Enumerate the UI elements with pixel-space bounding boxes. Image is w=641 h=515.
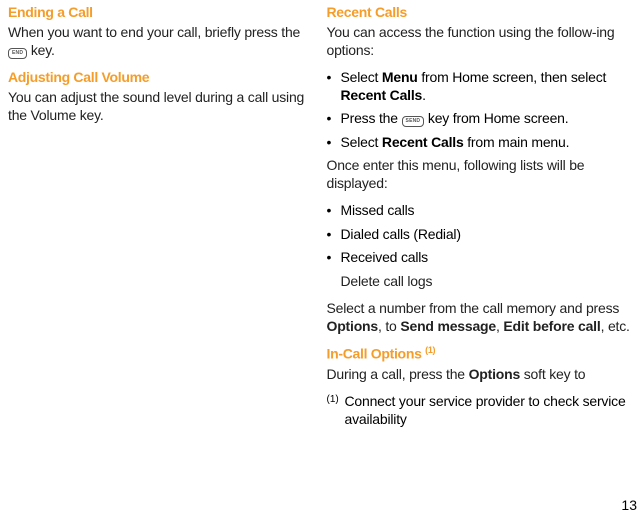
paragraph-adjust-volume: You can adjust the sound level during a … [8, 89, 315, 124]
heading-recent-calls: Recent Calls [327, 4, 634, 20]
list-item: • Dialed calls (Redial) [327, 226, 634, 244]
list-item: • Received calls [327, 249, 634, 267]
heading-incall-options: In-Call Options (1) [327, 345, 634, 362]
list-item: • Press the SEND key from Home screen. [327, 110, 634, 128]
paragraph-lists-intro: Once enter this menu, following lists wi… [327, 157, 634, 192]
bullet-icon: • [327, 202, 341, 220]
paragraph-end-call: When you want to end your call, briefly … [8, 24, 315, 59]
text: Select [341, 69, 382, 85]
text-bold: Options [469, 366, 520, 382]
footnote: (1) Connect your service provider to che… [327, 393, 634, 428]
text-bold: Recent Calls [341, 87, 423, 103]
list-item-text: Select Menu from Home screen, then selec… [341, 69, 634, 104]
list-item-text: Dialed calls (Redial) [341, 226, 634, 244]
text: . [422, 87, 426, 103]
footnote-marker: (1) [327, 393, 345, 428]
heading-text: In-Call Options [327, 346, 426, 362]
text: key from Home screen. [424, 110, 568, 126]
bullet-icon: • [327, 69, 341, 104]
text: from main menu. [464, 134, 570, 150]
heading-adjust-volume: Adjusting Call Volume [8, 69, 315, 85]
text-bold: Menu [382, 69, 418, 85]
right-column: Recent Calls You can access the function… [321, 4, 640, 515]
list-item: • Select Recent Calls from main menu. [327, 134, 634, 152]
text-bold: Edit before call [503, 318, 600, 334]
paragraph-options: Select a number from the call memory and… [327, 300, 634, 335]
heading-ending-call: Ending a Call [8, 4, 315, 20]
paragraph-recent-intro: You can access the function using the fo… [327, 24, 634, 59]
paragraph-incall: During a call, press the Options soft ke… [327, 366, 634, 384]
text: During a call, press the [327, 366, 469, 382]
list-item-text: Missed calls [341, 202, 634, 220]
list-item-text: Delete call logs [341, 273, 634, 291]
text: key. [27, 42, 55, 58]
text-bold: Recent Calls [382, 134, 464, 150]
text: soft key to [520, 366, 585, 382]
text: Select [341, 134, 382, 150]
text: Select a number from the call memory and… [327, 300, 620, 316]
bullet-icon: • [327, 226, 341, 244]
page-number: 13 [621, 497, 637, 513]
list-item: • Missed calls [327, 202, 634, 220]
text: from Home screen, then select [418, 69, 607, 85]
footnote-text: Connect your service provider to check s… [345, 393, 634, 428]
footnote-ref: (1) [425, 345, 435, 355]
bullet-icon: • [327, 110, 341, 128]
end-key-icon: END [8, 48, 27, 59]
text: Press the [341, 110, 402, 126]
send-key-icon: SEND [402, 116, 425, 127]
left-column: Ending a Call When you want to end your … [2, 4, 321, 515]
text: , to [378, 318, 400, 334]
text: When you want to end your call, briefly … [8, 24, 300, 40]
text-bold: Send message [400, 318, 496, 334]
text-bold: Options [327, 318, 378, 334]
bullet-icon: • [327, 249, 341, 267]
list-item: • Select Menu from Home screen, then sel… [327, 69, 634, 104]
list-item-text: Press the SEND key from Home screen. [341, 110, 634, 128]
bullet-icon: • [327, 134, 341, 152]
text: , etc. [601, 318, 630, 334]
list-item-text: Received calls [341, 249, 634, 267]
list-item-text: Select Recent Calls from main menu. [341, 134, 634, 152]
